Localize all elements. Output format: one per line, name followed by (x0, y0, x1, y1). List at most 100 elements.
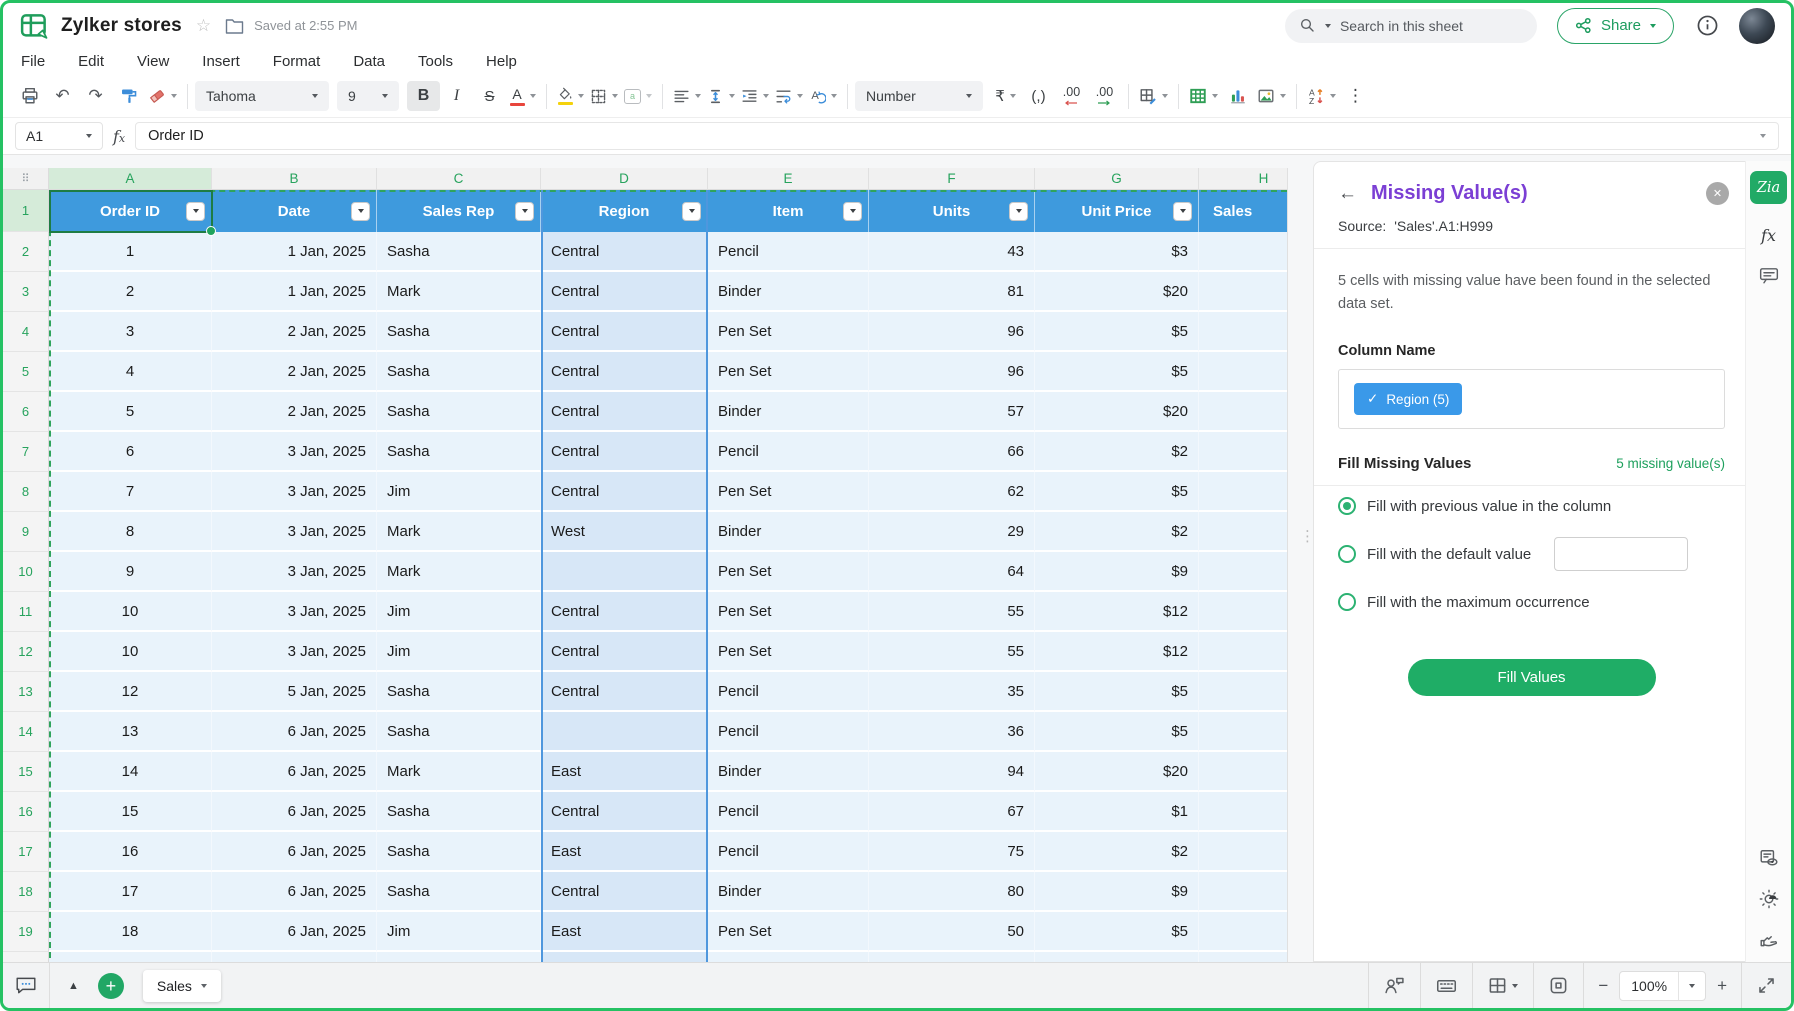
formula-expand-chevron-icon[interactable] (1760, 134, 1766, 138)
cell-C12[interactable]: Jim (377, 632, 541, 672)
cell-A2[interactable]: 1 (49, 232, 212, 272)
fill-values-button[interactable]: Fill Values (1408, 659, 1656, 696)
currency-format-button[interactable]: ₹ (989, 81, 1022, 111)
wrap-text-button[interactable] (772, 81, 806, 111)
cell-B16[interactable]: 6 Jan, 2025 (212, 792, 377, 832)
wrap-text-chevron-icon[interactable] (797, 94, 803, 98)
menu-tools[interactable]: Tools (418, 53, 453, 70)
cell-E9[interactable]: Binder (708, 512, 869, 552)
cell-A3[interactable]: 2 (49, 272, 212, 312)
brightness-rail-icon[interactable] (1759, 889, 1779, 909)
indent-button[interactable] (738, 81, 772, 111)
preview-rail-icon[interactable] (1759, 849, 1779, 867)
header-cell-sales-rep[interactable]: Sales Rep (377, 190, 541, 232)
radio-fill-previous[interactable] (1338, 497, 1356, 515)
fullscreen-button[interactable] (1742, 976, 1791, 995)
cell-D2[interactable]: Central (541, 232, 708, 272)
undo-button[interactable]: ↶ (46, 81, 79, 111)
cell-D14[interactable] (541, 712, 708, 752)
cell-C10[interactable]: Mark (377, 552, 541, 592)
cell-E14[interactable]: Pencil (708, 712, 869, 752)
menu-view[interactable]: View (137, 53, 169, 70)
cell-F11[interactable]: 55 (869, 592, 1035, 632)
cell-D9[interactable]: West (541, 512, 708, 552)
cell-B2[interactable]: 1 Jan, 2025 (212, 232, 377, 272)
cell-B12[interactable]: 3 Jan, 2025 (212, 632, 377, 672)
cell-H17[interactable] (1199, 832, 1288, 872)
cell-F3[interactable]: 81 (869, 272, 1035, 312)
text-rotation-button[interactable]: A (806, 81, 840, 111)
cell-E6[interactable]: Binder (708, 392, 869, 432)
cell-A8[interactable]: 7 (49, 472, 212, 512)
cell-C4[interactable]: Sasha (377, 312, 541, 352)
cell-reference-box[interactable]: A1 (15, 122, 103, 150)
cell-H19[interactable] (1199, 912, 1288, 952)
cell-A5[interactable]: 4 (49, 352, 212, 392)
document-title[interactable]: Zylker stores (61, 15, 182, 37)
cell-H3[interactable] (1199, 272, 1288, 312)
user-avatar[interactable] (1739, 8, 1775, 44)
row-header-5[interactable]: 5 (3, 352, 49, 392)
table-button[interactable] (1186, 81, 1221, 111)
row-header-2[interactable]: 2 (3, 232, 49, 272)
cell-F16[interactable]: 67 (869, 792, 1035, 832)
cell-G6[interactable]: $20 (1035, 392, 1199, 432)
redo-button[interactable]: ↷ (79, 81, 112, 111)
cell-G13[interactable]: $5 (1035, 672, 1199, 712)
collaborators-button[interactable] (1369, 976, 1420, 995)
column-header-A[interactable]: A (49, 168, 212, 190)
image-button[interactable] (1254, 81, 1289, 111)
cell-H10[interactable] (1199, 552, 1288, 592)
cell-A11[interactable]: 10 (49, 592, 212, 632)
cell-H18[interactable] (1199, 872, 1288, 912)
cell-G15[interactable]: $20 (1035, 752, 1199, 792)
conditional-format-chevron-icon[interactable] (1162, 94, 1168, 98)
paint-format-button[interactable] (112, 81, 145, 111)
fit-to-screen-button[interactable] (1534, 976, 1583, 995)
zoom-level-select[interactable]: 100% (1619, 971, 1706, 1001)
functions-rail-button[interactable]: fx (1761, 226, 1776, 245)
cell-B9[interactable]: 3 Jan, 2025 (212, 512, 377, 552)
cell-E15[interactable]: Binder (708, 752, 869, 792)
cell-C16[interactable]: Sasha (377, 792, 541, 832)
header-cell-date[interactable]: Date (212, 190, 377, 232)
row-header-17[interactable]: 17 (3, 832, 49, 872)
cell-D13[interactable]: Central (541, 672, 708, 712)
header-cell-item[interactable]: Item (708, 190, 869, 232)
cell-A6[interactable]: 5 (49, 392, 212, 432)
radio-fill-max[interactable] (1338, 593, 1356, 611)
info-icon[interactable] (1696, 14, 1719, 37)
header-cell-order-id[interactable]: Order ID (49, 190, 212, 232)
row-header-10[interactable]: 10 (3, 552, 49, 592)
cell-G18[interactable]: $9 (1035, 872, 1199, 912)
cell-A15[interactable]: 14 (49, 752, 212, 792)
cell-D12[interactable]: Central (541, 632, 708, 672)
cell-C17[interactable]: Sasha (377, 832, 541, 872)
cell-B18[interactable]: 6 Jan, 2025 (212, 872, 377, 912)
chart-button[interactable] (1221, 81, 1254, 111)
zoom-in-button[interactable]: + (1717, 976, 1727, 996)
panel-close-button[interactable]: ✕ (1706, 182, 1729, 205)
cell-C13[interactable]: Sasha (377, 672, 541, 712)
cell-F18[interactable]: 80 (869, 872, 1035, 912)
cell-D5[interactable]: Central (541, 352, 708, 392)
indent-chevron-icon[interactable] (763, 94, 769, 98)
cell-F4[interactable]: 96 (869, 312, 1035, 352)
row-header-11[interactable]: 11 (3, 592, 49, 632)
row-header-13[interactable]: 13 (3, 672, 49, 712)
row-header-14[interactable]: 14 (3, 712, 49, 752)
cell-H13[interactable] (1199, 672, 1288, 712)
select-all-corner[interactable]: ⠿ (3, 168, 49, 190)
cell-B13[interactable]: 5 Jan, 2025 (212, 672, 377, 712)
cell-A19[interactable]: 18 (49, 912, 212, 952)
cell-B19[interactable]: 6 Jan, 2025 (212, 912, 377, 952)
row-header-19[interactable]: 19 (3, 912, 49, 952)
row-header-18[interactable]: 18 (3, 872, 49, 912)
cell-G10[interactable]: $9 (1035, 552, 1199, 592)
column-header-D[interactable]: D (541, 168, 708, 190)
row-header-4[interactable]: 4 (3, 312, 49, 352)
column-header-E[interactable]: E (708, 168, 869, 190)
view-layout-button[interactable] (1473, 976, 1533, 995)
search-scope-chevron-icon[interactable] (1325, 24, 1331, 28)
fill-color-chevron-icon[interactable] (578, 94, 584, 98)
